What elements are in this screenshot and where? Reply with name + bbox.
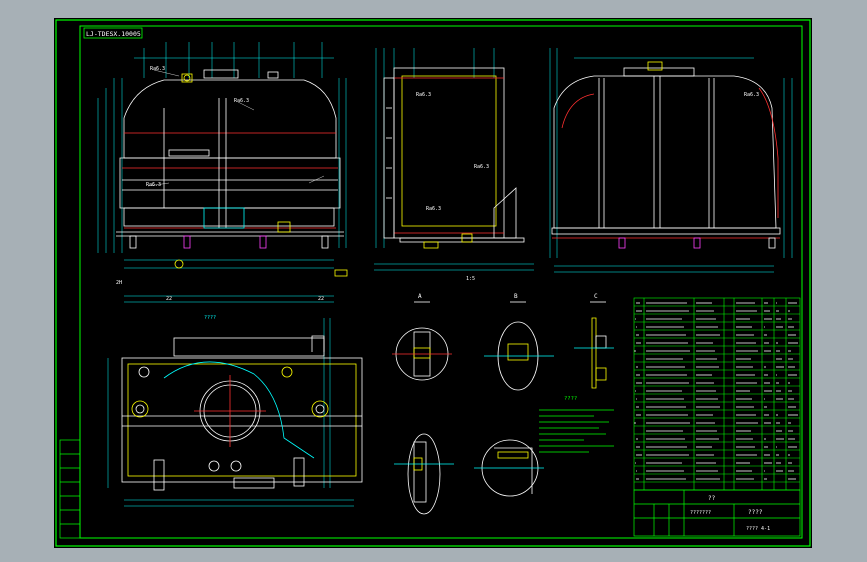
svg-text:2H: 2H xyxy=(116,280,122,286)
svg-text:22: 22 xyxy=(318,296,324,302)
section-a-label: A xyxy=(418,293,422,300)
drawing-number: LJ-TDESX.10005 xyxy=(86,30,141,38)
plan-view: ???? 22 22 xyxy=(107,295,363,507)
revision-strip xyxy=(59,439,81,539)
front-view: Ra6.3 Ra6.3 Ra6.3 2H xyxy=(97,42,348,286)
end-view: Ra6.3 xyxy=(549,48,793,273)
side-section-view: Ra6.3 Ra6.3 Ra6.3 1:5 xyxy=(374,48,534,282)
cad-viewport[interactable]: LJ-TDESX.10005 Ra6.3 Ra6.3 Ra6.3 2H Ra6.… xyxy=(0,0,867,562)
svg-text:Ra6.3: Ra6.3 xyxy=(474,164,489,170)
svg-text:Ra6.3: Ra6.3 xyxy=(426,206,441,212)
title-block xyxy=(633,489,801,537)
cad-drawing: LJ-TDESX.10005 Ra6.3 Ra6.3 Ra6.3 2H Ra6.… xyxy=(55,19,811,547)
drawing-code: ???? 4-1 xyxy=(746,526,770,532)
svg-text:1:5: 1:5 xyxy=(466,276,475,282)
svg-text:Ra6.3: Ra6.3 xyxy=(146,182,161,188)
section-b-label: B xyxy=(514,293,518,300)
svg-text:Ra6.3: Ra6.3 xyxy=(744,92,759,98)
svg-text:Ra6.3: Ra6.3 xyxy=(150,66,165,72)
outer-frame xyxy=(55,19,811,547)
svg-text:Ra6.3: Ra6.3 xyxy=(234,98,249,104)
svg-text:22: 22 xyxy=(166,296,172,302)
section-details: A B C ???? xyxy=(392,293,614,515)
table-title: ?? xyxy=(708,495,716,502)
svg-text:????: ???? xyxy=(204,315,216,321)
drawing-sheet: LJ-TDESX.10005 Ra6.3 Ra6.3 Ra6.3 2H Ra6.… xyxy=(54,18,812,548)
section-c-label: C xyxy=(594,293,598,300)
parts-list-table xyxy=(633,297,801,491)
svg-text:Ra6.3: Ra6.3 xyxy=(416,92,431,98)
detail-note-title: ???? xyxy=(564,396,577,402)
drawing-name: ??????? xyxy=(690,510,711,516)
company-name: ???? xyxy=(748,509,763,516)
